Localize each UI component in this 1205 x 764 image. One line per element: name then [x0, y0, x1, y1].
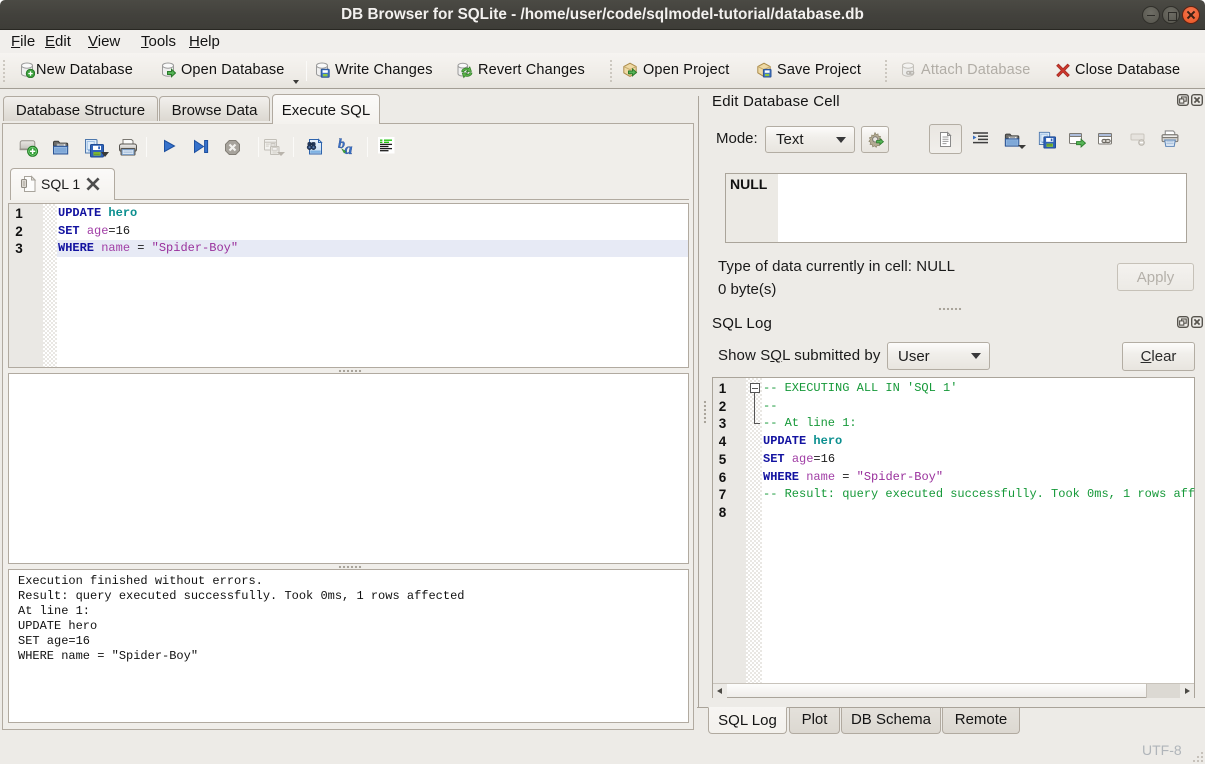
svg-text:a: a	[345, 141, 353, 155]
